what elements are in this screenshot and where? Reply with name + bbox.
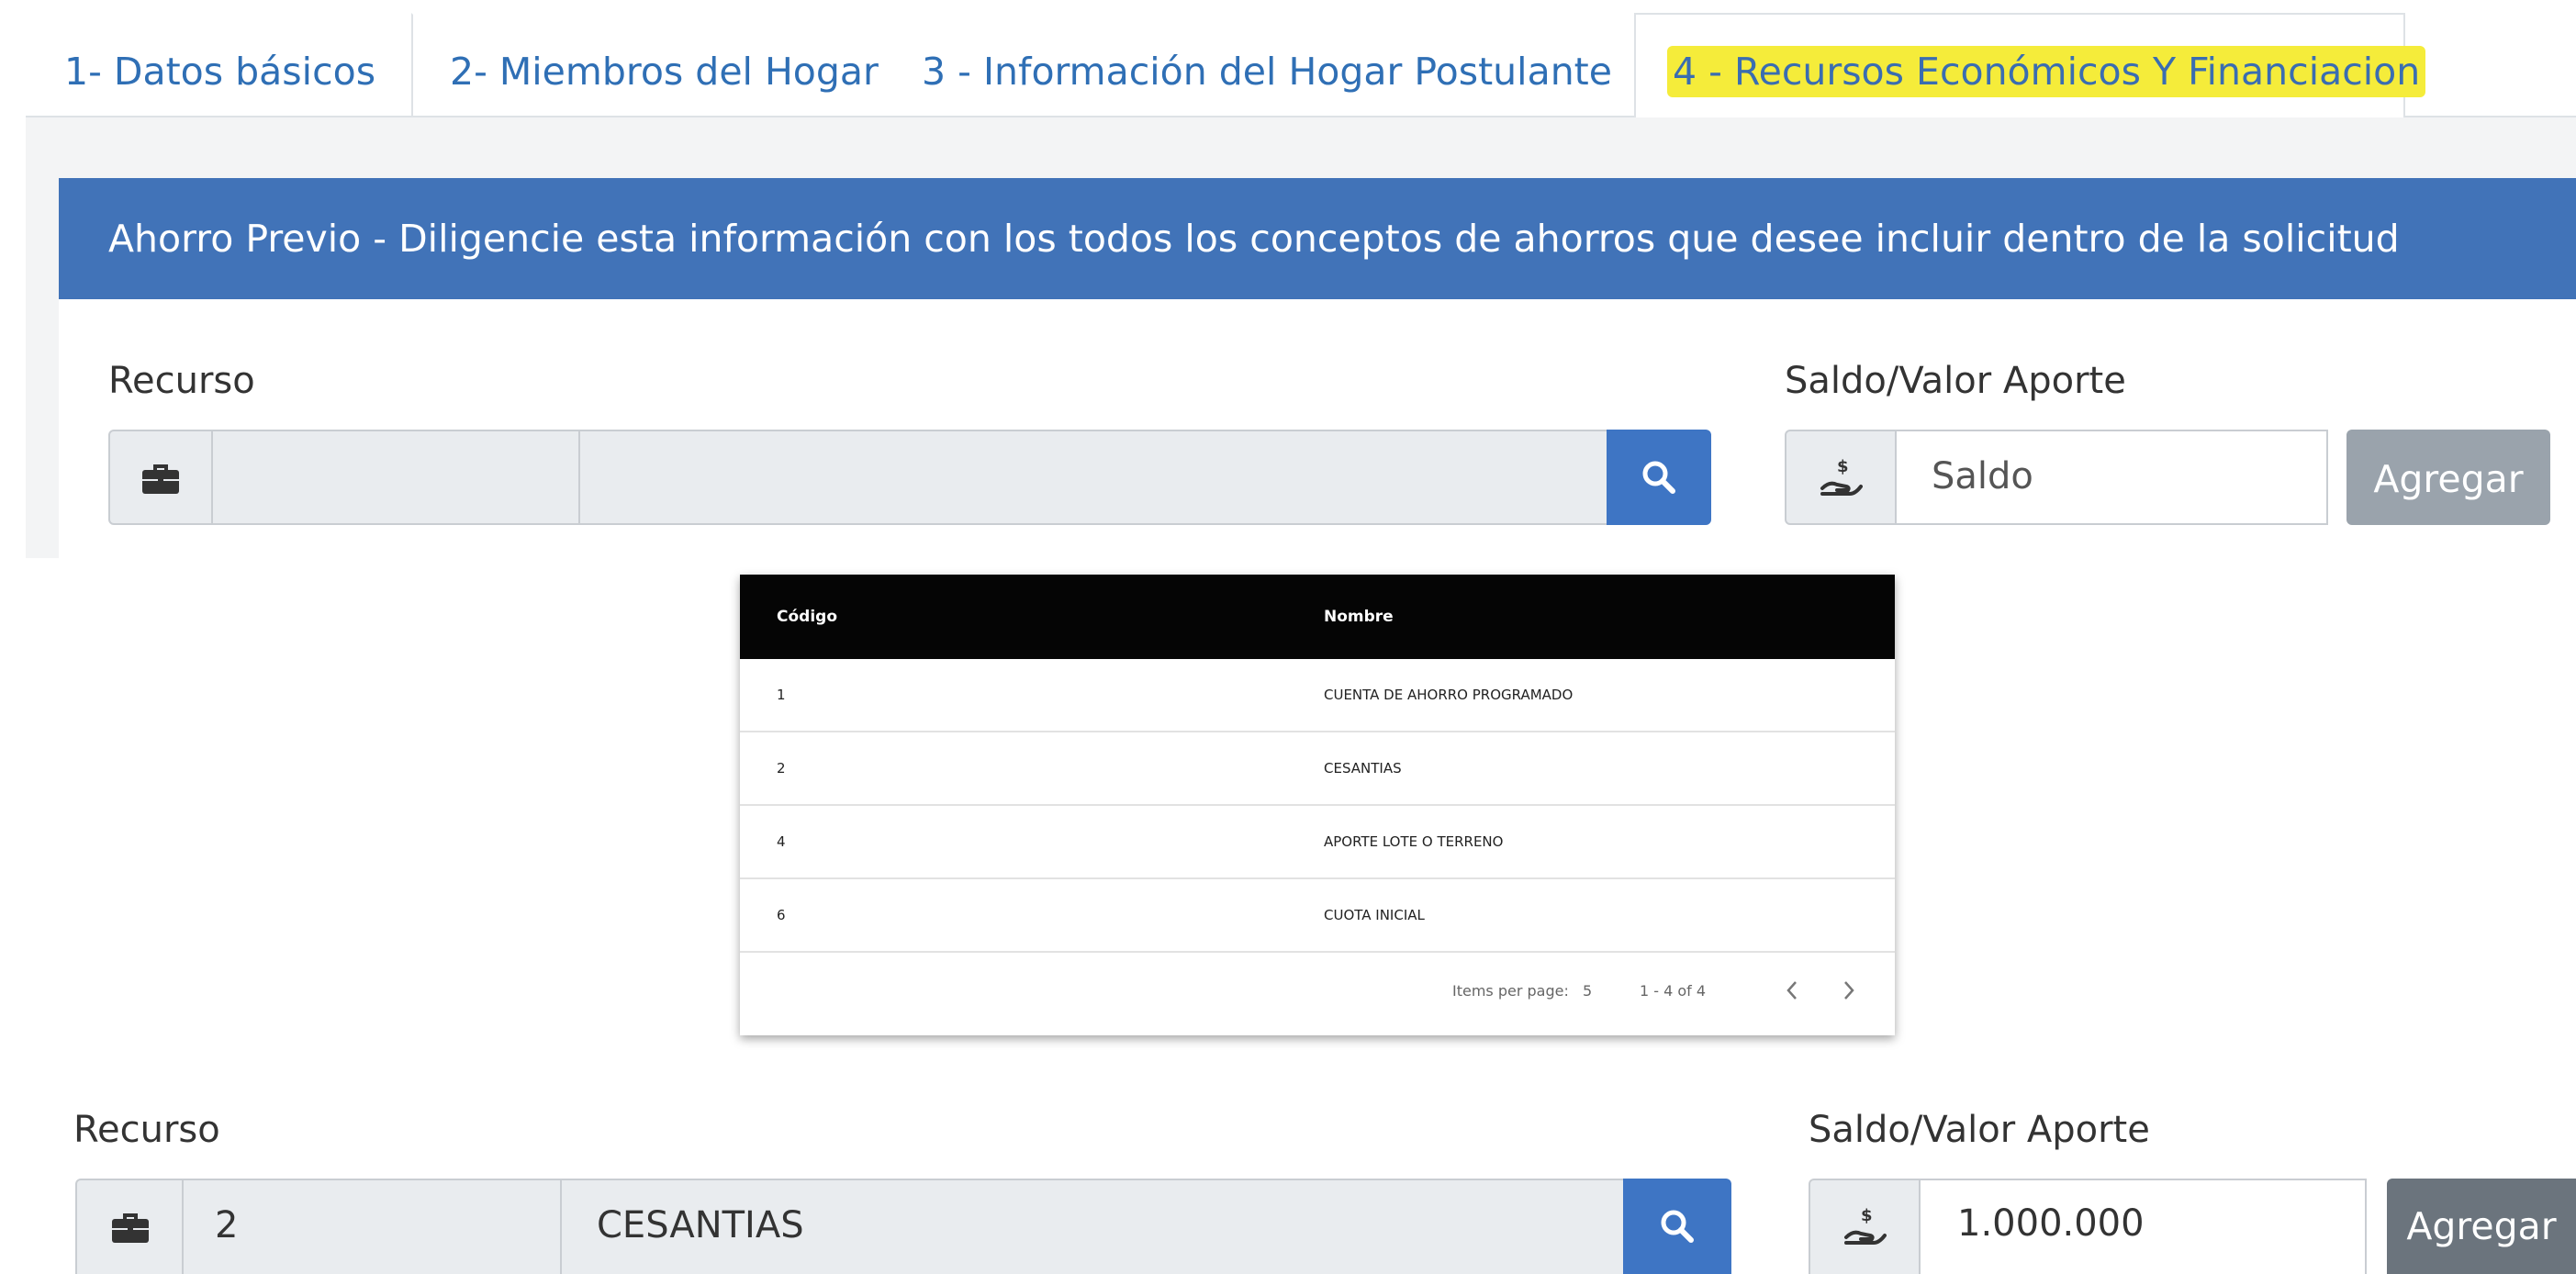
hand-dollar-icon: $: [1844, 1206, 1887, 1245]
recurso-icon-addon-filled: [75, 1179, 184, 1274]
pagination-range: 1 - 4 of 4: [1640, 982, 1707, 1000]
table-row[interactable]: 4 APORTE LOTE O TERRENO: [740, 806, 1895, 879]
saldo-placeholder: Saldo: [1932, 455, 2033, 497]
recurso-label: Recurso: [108, 360, 255, 402]
saldo-label-filled: Saldo/Valor Aporte: [1809, 1109, 2150, 1151]
tab-label: 1- Datos básicos: [64, 50, 376, 94]
saldo-icon-addon-filled: $: [1809, 1179, 1921, 1274]
briefcase-icon: [112, 1213, 149, 1243]
tab-datos-basicos[interactable]: 1- Datos básicos: [26, 13, 411, 116]
cell-codigo: 4: [777, 833, 786, 850]
tab-informacion-hogar[interactable]: 3 - Información del Hogar Postulante: [883, 13, 1634, 116]
panel-header: Ahorro Previo - Diligencie esta informac…: [59, 178, 2576, 299]
agregar-button-label: Agregar: [2373, 457, 2524, 501]
agregar-button-label: Agregar: [2406, 1204, 2557, 1248]
agregar-button[interactable]: Agregar: [2387, 1179, 2576, 1274]
table-row[interactable]: 2 CESANTIAS: [740, 732, 1895, 806]
items-per-page-select[interactable]: 5: [1583, 982, 1592, 1000]
recurso-nombre-value-filled: CESANTIAS: [597, 1204, 804, 1246]
tab-label: 3 - Información del Hogar Postulante: [922, 50, 1612, 94]
tab-label-highlighted: 4 - Recursos Económicos Y Financiacion: [1667, 46, 2426, 97]
recurso-nombre-field-filled[interactable]: CESANTIAS: [560, 1179, 1625, 1274]
chevron-right-icon[interactable]: [1838, 977, 1860, 1004]
tab-recursos-economicos[interactable]: 4 - Recursos Económicos Y Financiacion: [1634, 13, 2426, 117]
cell-codigo: 6: [777, 907, 786, 923]
recurso-nombre-field[interactable]: [578, 430, 1608, 525]
hand-dollar-icon: $: [1820, 457, 1863, 496]
recurso-codigo-field-filled[interactable]: 2: [182, 1179, 562, 1274]
table-row[interactable]: 6 CUOTA INICIAL: [740, 879, 1895, 953]
tab-miembros-hogar[interactable]: 2- Miembros del Hogar: [411, 13, 883, 116]
tab-bar: 1- Datos básicos 2- Miembros del Hogar 3…: [26, 13, 2576, 117]
svg-text:$: $: [1861, 1206, 1873, 1225]
recurso-search-button[interactable]: [1607, 430, 1711, 525]
recurso-search-button-filled[interactable]: [1623, 1179, 1731, 1274]
cell-nombre: CUENTA DE AHORRO PROGRAMADO: [1324, 687, 1574, 703]
chevron-left-icon[interactable]: [1781, 977, 1803, 1004]
column-header-codigo: Código: [777, 608, 837, 626]
saldo-icon-addon: $: [1785, 430, 1897, 525]
recurso-codigo-value-filled: 2: [215, 1204, 239, 1246]
cell-nombre: APORTE LOTE O TERRENO: [1324, 833, 1504, 850]
saldo-value: 1.000.000: [1957, 1202, 2145, 1245]
cell-codigo: 1: [777, 687, 786, 703]
panel-title: Ahorro Previo - Diligencie esta informac…: [108, 217, 2400, 261]
saldo-input[interactable]: Saldo: [1895, 430, 2328, 525]
cell-nombre: CUOTA INICIAL: [1324, 907, 1425, 923]
agregar-button-disabled[interactable]: Agregar: [2346, 430, 2550, 525]
column-header-nombre: Nombre: [1324, 608, 1394, 626]
saldo-label: Saldo/Valor Aporte: [1785, 360, 2126, 402]
recurso-label-filled: Recurso: [73, 1109, 220, 1151]
items-per-page-label: Items per page:: [1452, 982, 1569, 1000]
cell-codigo: 2: [777, 760, 786, 777]
briefcase-icon: [142, 464, 179, 494]
tab-label: 2- Miembros del Hogar: [450, 50, 879, 94]
svg-text:$: $: [1837, 457, 1849, 476]
search-icon: [1661, 1210, 1694, 1243]
cell-nombre: CESANTIAS: [1324, 760, 1402, 777]
table-row[interactable]: 1 CUENTA DE AHORRO PROGRAMADO: [740, 659, 1895, 732]
search-icon: [1642, 461, 1675, 494]
lookup-table-header: Código Nombre: [740, 575, 1895, 659]
saldo-input-filled[interactable]: 1.000.000: [1919, 1179, 2367, 1274]
recurso-icon-addon: [108, 430, 213, 525]
recurso-codigo-field[interactable]: [211, 430, 580, 525]
recurso-lookup-dialog: Código Nombre 1 CUENTA DE AHORRO PROGRAM…: [740, 575, 1895, 1035]
